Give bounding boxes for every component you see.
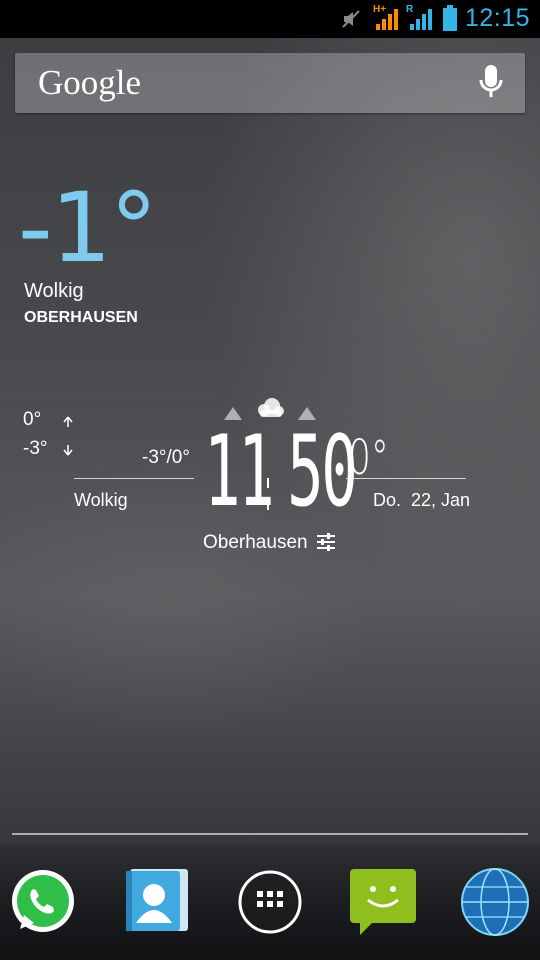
- arrow-up-icon: [63, 416, 73, 427]
- sliders-icon[interactable]: [316, 532, 336, 552]
- whatsapp-icon[interactable]: [8, 867, 78, 937]
- signal-icon: [376, 9, 398, 30]
- contacts-icon[interactable]: [122, 865, 192, 935]
- low-temperature: -3°: [23, 438, 48, 459]
- widget-city: Oberhausen: [203, 532, 308, 553]
- arrow-down-icon: [63, 445, 73, 456]
- divider-left: [74, 478, 194, 479]
- weather-city: OBERHAUSEN: [24, 309, 138, 326]
- messaging-icon[interactable]: [348, 867, 418, 937]
- battery-icon: [443, 5, 457, 31]
- clock-separator: [267, 478, 269, 488]
- mic-icon[interactable]: [479, 65, 503, 101]
- clock-minutes: 50: [287, 415, 358, 529]
- widget-condition: Wolkig: [74, 490, 128, 510]
- clock-separator-lower: [267, 500, 269, 510]
- clock-hours: 11: [204, 415, 275, 529]
- dock-divider: [12, 833, 528, 835]
- weather-condition: Wolkig: [24, 280, 84, 302]
- browser-globe-icon[interactable]: [460, 867, 530, 937]
- temperature-range: -3°/0°: [142, 447, 190, 468]
- app-dock: [0, 845, 540, 960]
- current-temperature: -1°: [18, 172, 158, 284]
- divider-right: [346, 478, 466, 479]
- google-search-bar[interactable]: Google: [15, 53, 525, 113]
- app-drawer-icon[interactable]: [235, 867, 305, 937]
- mute-icon: [342, 10, 360, 28]
- status-clock: 12:15: [464, 4, 530, 32]
- high-temperature: 0°: [23, 409, 42, 430]
- google-logo[interactable]: Google: [38, 63, 141, 103]
- signal-roaming-icon: [410, 9, 432, 30]
- clock-time: 11 50: [204, 422, 358, 522]
- widget-date: Do. 22, Jan: [373, 490, 471, 510]
- status-bar: H+ R 12:15: [0, 0, 540, 38]
